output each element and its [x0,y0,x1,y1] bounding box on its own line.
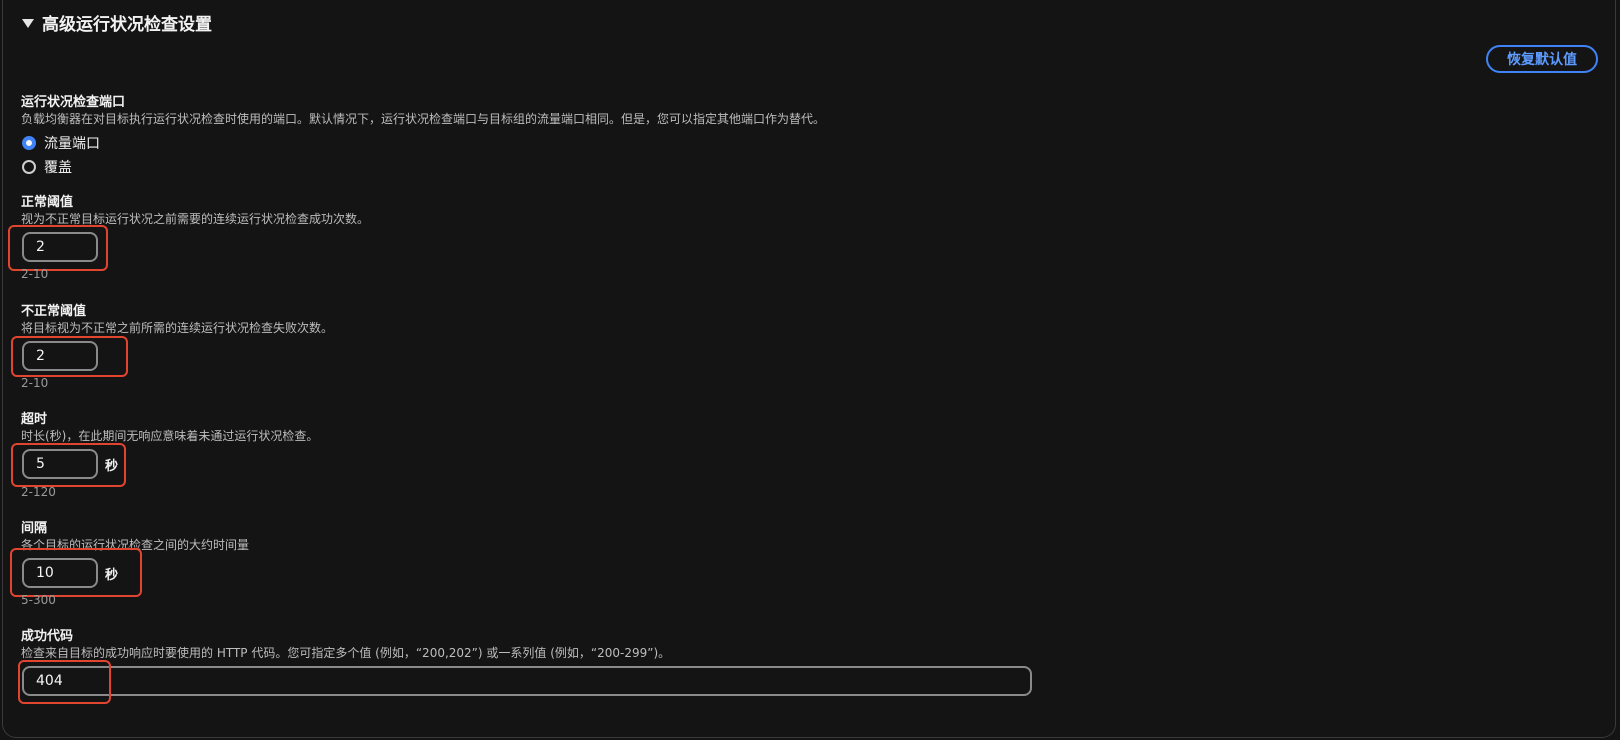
success-codes-field: 成功代码 检查来自目标的成功响应时要使用的 HTTP 代码。您可指定多个值 (例… [21,629,670,661]
advanced-health-check-toggle[interactable]: 高级运行状况检查设置 [22,10,212,35]
unhealthy-threshold-value: 2 [36,348,45,364]
unhealthy-threshold-field: 不正常阈值 将目标视为不正常之前所需的连续运行状况检查失败次数。 [21,304,333,336]
interval-hint: 5-300 [21,593,56,607]
interval-unit: 秒 [105,568,119,583]
healthy-threshold-input[interactable]: 2 [22,232,98,262]
unhealthy-threshold-input[interactable]: 2 [22,341,98,371]
success-codes-value: 404 [36,673,63,689]
radio-selected-icon [22,136,36,150]
timeout-field: 超时 时长(秒)，在此期间无响应意味着未通过运行状况检查。 [21,412,318,444]
healthy-threshold-hint: 2-10 [21,267,49,281]
timeout-hint: 2-120 [21,485,56,499]
timeout-unit: 秒 [105,459,119,474]
port-label: 运行状况检查端口 [21,95,126,110]
unhealthy-threshold-description: 将目标视为不正常之前所需的连续运行状况检查失败次数。 [21,321,334,335]
healthy-threshold-label: 正常阈值 [21,195,74,210]
radio-traffic-port[interactable]: 流量端口 [22,133,100,153]
timeout-value: 5 [36,456,45,472]
section-title: 高级运行状况检查设置 [42,15,212,35]
interval-label: 间隔 [21,521,48,536]
interval-field: 间隔 各个目标的运行状况检查之间的大约时间量 [21,521,249,553]
radio-override[interactable]: 覆盖 [22,157,72,177]
timeout-label: 超时 [21,412,48,427]
radio-unselected-icon [22,160,36,174]
reset-defaults-button[interactable]: 恢复默认值 [1486,45,1598,73]
success-codes-input[interactable]: 404 [22,666,1032,696]
health-check-port-field: 运行状况检查端口 负载均衡器在对目标执行运行状况检查时使用的端口。默认情况下，运… [21,95,825,127]
healthy-threshold-value: 2 [36,239,45,255]
interval-description: 各个目标的运行状况检查之间的大约时间量 [21,538,250,552]
caret-down-icon [22,19,34,28]
healthy-threshold-description: 视为不正常目标运行状况之前需要的连续运行状况检查成功次数。 [21,212,370,226]
timeout-description: 时长(秒)，在此期间无响应意味着未通过运行状况检查。 [21,429,319,443]
success-codes-label: 成功代码 [21,629,74,644]
port-description: 负载均衡器在对目标执行运行状况检查时使用的端口。默认情况下，运行状况检查端口与目… [21,112,826,126]
interval-value: 10 [36,565,54,581]
interval-input[interactable]: 10 [22,558,98,588]
unhealthy-threshold-label: 不正常阈值 [21,304,87,319]
radio-label-override: 覆盖 [44,160,72,176]
healthy-threshold-field: 正常阈值 视为不正常目标运行状况之前需要的连续运行状况检查成功次数。 [21,195,369,227]
timeout-input[interactable]: 5 [22,449,98,479]
unhealthy-threshold-hint: 2-10 [21,376,49,390]
radio-label-traffic-port: 流量端口 [44,136,100,152]
success-codes-description: 检查来自目标的成功响应时要使用的 HTTP 代码。您可指定多个值 (例如，“20… [21,646,671,660]
